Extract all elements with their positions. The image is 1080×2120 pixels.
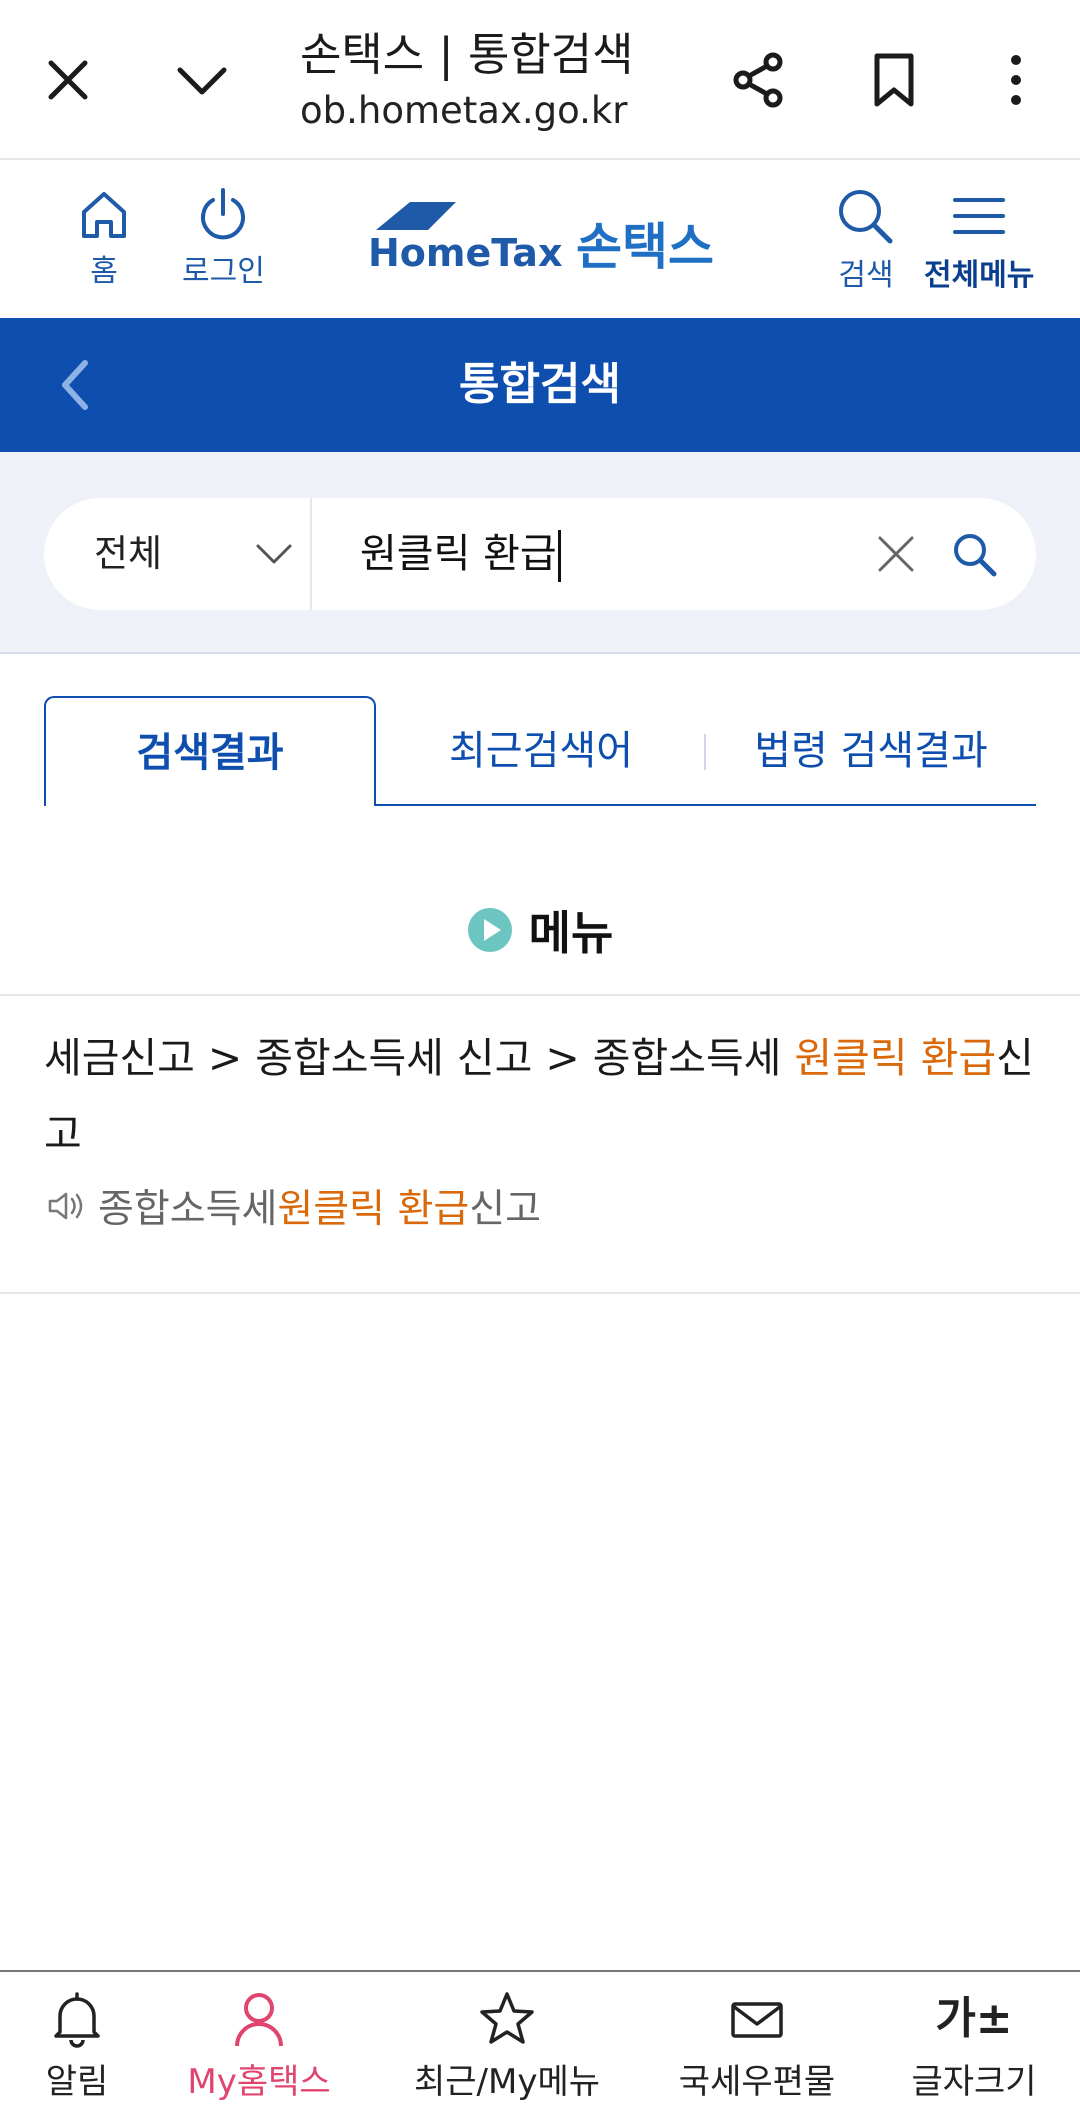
bell-icon — [54, 1992, 100, 2048]
chevron-down-icon — [256, 544, 292, 564]
nav-font-size[interactable]: 가± 글자크기 — [904, 1990, 1044, 2103]
chevron-down-icon[interactable] — [162, 40, 242, 120]
bottom-navigation: 알림 My홈택스 최근/My메뉴 국세우편물 가± 글자크기 — [0, 1970, 1080, 2120]
close-icon[interactable] — [28, 40, 108, 120]
play-circle-icon — [467, 908, 512, 952]
home-label: 홈 — [90, 254, 118, 289]
menu-section-title: 메뉴 — [528, 906, 614, 960]
nav-my-hometax-label: My홈택스 — [187, 2062, 331, 2102]
search-icon — [839, 190, 893, 244]
browser-page-title: 손택스 | 통합검색 — [300, 28, 634, 81]
nav-notifications-label: 알림 — [45, 2062, 109, 2102]
result-item[interactable]: 세금신고 > 종합소득세 신고 > 종합소득세 원클릭 환급신고 종합소득세 원… — [44, 1020, 1034, 1234]
nav-recent-my-menu[interactable]: 최근/My메뉴 — [414, 1990, 600, 2103]
tab-search-results[interactable]: 검색결과 — [44, 696, 376, 806]
close-icon — [878, 536, 914, 572]
browser-bar: 손택스 | 통합검색 ob.hometax.go.kr — [0, 0, 1080, 160]
result-description: 종합소득세 원클릭 환급 신고 — [44, 1178, 1034, 1234]
home-icon — [82, 192, 126, 238]
nav-font-size-label: 글자크기 — [911, 2062, 1037, 2102]
search-query-text: 원클릭 환급 — [360, 531, 557, 577]
page-title: 통합검색 — [459, 359, 621, 410]
search-label: 검색 — [838, 258, 894, 293]
text-caret — [557, 530, 561, 582]
search-scope-value: 전체 — [94, 532, 163, 575]
nav-notifications[interactable]: 알림 — [42, 1990, 112, 2103]
search-shortcut-button[interactable]: 검색 — [834, 186, 898, 294]
menu-section-header: 메뉴 — [0, 890, 1080, 970]
search-area: 전체 원클릭 환급 — [0, 452, 1080, 654]
svg-text:손택스: 손택스 — [576, 218, 714, 276]
speaker-icon — [48, 1192, 83, 1220]
login-label: 로그인 — [182, 254, 265, 289]
search-input[interactable]: 원클릭 환급 — [360, 498, 561, 610]
clear-search-button[interactable] — [868, 526, 924, 582]
page-title-band: 통합검색 — [0, 318, 1080, 452]
full-menu-label: 전체메뉴 — [924, 258, 1035, 293]
tab-law-results[interactable]: 법령 검색결과 — [706, 696, 1036, 806]
search-scope-select[interactable]: 전체 — [44, 498, 312, 610]
chevron-left-icon — [62, 360, 88, 410]
power-icon — [201, 188, 246, 240]
site-header: 홈 로그인 HomeTax 손택스 검색 전체메뉴 — [0, 162, 1080, 318]
browser-url: ob.hometax.go.kr — [300, 89, 628, 132]
home-button[interactable]: 홈 — [76, 186, 132, 290]
search-submit-button[interactable] — [944, 524, 1004, 584]
browser-title-block[interactable]: 손택스 | 통합검색 ob.hometax.go.kr — [300, 18, 720, 132]
hometax-logo[interactable]: HomeTax 손택스 — [358, 200, 730, 280]
nav-my-hometax[interactable]: My홈택스 — [187, 1990, 331, 2103]
share-icon[interactable] — [718, 40, 798, 120]
back-button[interactable] — [40, 348, 110, 422]
mail-icon — [731, 2002, 783, 2038]
hamburger-icon — [953, 198, 1006, 234]
login-button[interactable]: 로그인 — [182, 186, 265, 290]
divider — [0, 994, 1080, 996]
divider — [0, 1292, 1080, 1294]
nav-tax-mail[interactable]: 국세우편물 — [676, 1990, 838, 2103]
tab-recent-searches[interactable]: 최근검색어 — [376, 696, 706, 806]
result-tabs: 검색결과 최근검색어 법령 검색결과 — [44, 696, 1036, 806]
nav-tax-mail-label: 국세우편물 — [678, 2062, 836, 2102]
nav-recent-my-menu-label: 최근/My메뉴 — [413, 2062, 601, 2102]
more-icon[interactable] — [976, 40, 1056, 120]
person-icon — [235, 1993, 283, 2047]
font-size-icon: 가± — [935, 1993, 1013, 2044]
result-path[interactable]: 세금신고 > 종합소득세 신고 > 종합소득세 원클릭 환급신고 — [44, 1020, 1034, 1172]
bookmark-icon[interactable] — [854, 40, 934, 120]
full-menu-button[interactable]: 전체메뉴 — [924, 186, 1034, 294]
search-box: 전체 원클릭 환급 — [44, 498, 1036, 610]
star-icon — [480, 1992, 534, 2044]
svg-text:HomeTax: HomeTax — [368, 231, 562, 275]
search-icon — [954, 534, 997, 577]
